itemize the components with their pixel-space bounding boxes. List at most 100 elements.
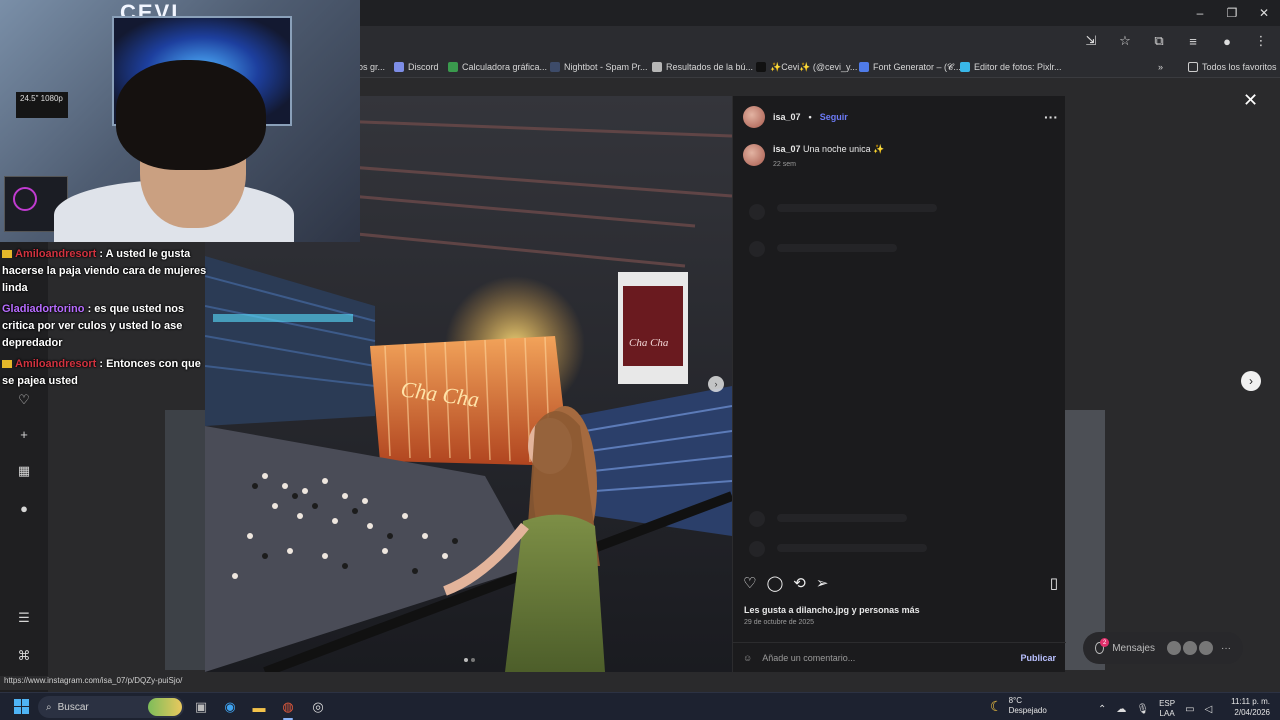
desmos-icon [448, 62, 458, 72]
bookmark-item[interactable]: os gr... [358, 59, 385, 75]
chevron-right-icon: › [1249, 374, 1253, 388]
network-icon[interactable]: ▭ [1185, 704, 1194, 715]
taskbar-search[interactable]: ⌕ Buscar [38, 696, 184, 718]
chat-username: Amiloandresort [15, 248, 97, 260]
bookmark-label: Resultados de la bú... [666, 62, 754, 72]
loading-skeleton [749, 511, 765, 527]
bookmark-label: Font Generator – (𝓒... [873, 61, 961, 72]
repost-icon[interactable]: ⟲ [793, 574, 806, 592]
extensions-icon[interactable]: ⧉ [1148, 30, 1170, 52]
bookmark-resultados[interactable]: Resultados de la bú... [652, 59, 753, 75]
edge-icon[interactable]: ◉ [220, 697, 240, 717]
caption-avatar[interactable] [743, 144, 765, 166]
menu-icon[interactable]: ☰ [16, 610, 32, 626]
media-control-icon[interactable]: ≡ [1182, 30, 1204, 52]
meta-apps-icon[interactable]: ⌘ [16, 648, 32, 664]
follow-button[interactable]: Seguir [820, 112, 848, 122]
kebab-menu-icon[interactable]: ⋮ [1250, 30, 1272, 52]
crown-badge-icon [2, 250, 12, 259]
heart-icon[interactable]: ♡ [16, 392, 32, 408]
onedrive-icon[interactable]: ☁ [1116, 704, 1126, 715]
all-bookmarks-folder[interactable]: Todos los favoritos [1188, 59, 1277, 75]
tray-overflow-chevron-icon[interactable]: ⌃ [1098, 704, 1106, 715]
file-explorer-icon[interactable]: ▬ [249, 697, 269, 717]
obs-icon[interactable]: ◎ [308, 697, 328, 717]
loading-skeleton [777, 244, 897, 252]
bookmark-label: Discord [408, 62, 439, 72]
folder-icon [1188, 62, 1198, 72]
carousel-dot [471, 658, 475, 662]
windows-start-icon[interactable] [14, 699, 29, 714]
maximize-button[interactable]: ❐ [1216, 0, 1248, 26]
carousel-dot-active [464, 658, 468, 662]
message-avatars [1167, 641, 1213, 655]
loading-skeleton [749, 541, 765, 557]
weather-widget[interactable]: ☾ 8°C Despejado [990, 696, 1047, 716]
next-post-button[interactable]: › [1241, 371, 1261, 391]
weather-temp: 8°C [1008, 696, 1022, 705]
tiktok-icon [756, 62, 766, 72]
share-icon[interactable]: ➢ [816, 574, 829, 592]
emoji-icon[interactable]: ☺ [743, 653, 752, 663]
close-window-button[interactable]: ✕ [1248, 0, 1280, 26]
carousel-next-button[interactable]: › [708, 376, 724, 392]
caption-username[interactable]: isa_07 [773, 144, 801, 154]
clock[interactable]: 11:11 p. m. 2/04/2026 [1231, 696, 1270, 718]
volume-icon[interactable]: ◁ [1205, 704, 1213, 715]
chat-message: Amiloandresort : Entonces con que se paj… [2, 356, 210, 390]
minimize-button[interactable]: – [1184, 0, 1216, 26]
install-app-icon[interactable]: ⇲ [1080, 30, 1102, 52]
likes-suffix[interactable]: y personas más [852, 605, 920, 615]
pixlr-icon [960, 62, 970, 72]
bookmark-label: ✨Cevi✨ (@cevi_y... [770, 61, 858, 72]
comment-bar: ☺ Añade un comentario... Publicar [733, 642, 1066, 672]
likes-user-link[interactable]: dilancho.jpg [796, 605, 849, 615]
bookmark-nightbot[interactable]: Nightbot - Spam Pr... [550, 59, 648, 75]
dashboard-icon[interactable]: ▦ [16, 463, 32, 479]
caption-time: 22 sem [773, 161, 796, 168]
loading-skeleton [777, 204, 937, 212]
messages-button[interactable]: 2 Mensajes ··· [1083, 632, 1243, 664]
post-header: isa_07 • Seguir ··· [743, 106, 1058, 128]
save-bookmark-icon[interactable]: ▯ [1050, 574, 1058, 592]
bookmark-discord[interactable]: Discord [394, 59, 439, 75]
create-plus-icon[interactable]: + [16, 426, 32, 442]
streamer-webcam: CEVI 24.5" 1080p [0, 0, 360, 242]
chat-username: Amiloandresort [15, 358, 97, 370]
chevron-double-right-icon: » [1158, 62, 1164, 72]
close-modal-icon[interactable]: ✕ [1243, 90, 1258, 111]
messages-badge: 2 [1100, 638, 1110, 647]
task-view-icon[interactable]: ▣ [191, 697, 211, 717]
weather-desc: Despejado [1008, 706, 1047, 715]
comment-input[interactable]: Añade un comentario... [762, 653, 855, 663]
more-options-icon[interactable]: ··· [1044, 109, 1058, 125]
carousel-dots [464, 658, 475, 662]
bookmark-label: Nightbot - Spam Pr... [564, 62, 648, 72]
chat-username: Gladiadortorino [2, 303, 85, 315]
post-panel: isa_07 • Seguir ··· isa_07 Una noche uni… [732, 96, 1066, 672]
publish-button[interactable]: Publicar [1020, 653, 1056, 663]
bookmarks-more-button[interactable]: » [1158, 59, 1163, 75]
profile-icon[interactable]: ● [16, 500, 32, 516]
moon-icon: ☾ [990, 698, 1003, 714]
chrome-icon[interactable]: ◍ [278, 697, 298, 717]
microphone-icon[interactable]: 🎙︎ [1136, 704, 1149, 715]
comment-icon[interactable]: ◯ [766, 574, 783, 592]
loading-skeleton [777, 544, 927, 552]
author-avatar[interactable] [743, 106, 765, 128]
clock-time: 11:11 p. m. [1231, 697, 1270, 706]
author-username[interactable]: isa_07 [773, 112, 801, 122]
lang-layout: LAA [1159, 709, 1175, 718]
lang-code: ESP [1159, 699, 1176, 708]
bookmark-calculadora[interactable]: Calculadora gráfica... [448, 59, 547, 75]
language-indicator[interactable]: ESP LAA [1159, 699, 1175, 719]
bookmark-label: Todos los favoritos [1202, 62, 1277, 72]
loading-skeleton [749, 204, 765, 220]
profile-avatar-icon[interactable]: ● [1216, 30, 1238, 52]
bookmark-font-generator[interactable]: Font Generator – (𝓒... [859, 59, 961, 75]
bookmark-star-icon[interactable]: ☆ [1114, 30, 1136, 52]
like-heart-icon[interactable]: ♡ [743, 574, 756, 592]
bookmark-tiktok[interactable]: ✨Cevi✨ (@cevi_y... [756, 59, 857, 75]
bookmark-pixlr[interactable]: Editor de fotos: Pixlr... [960, 59, 1062, 75]
messages-more: ··· [1221, 642, 1231, 654]
